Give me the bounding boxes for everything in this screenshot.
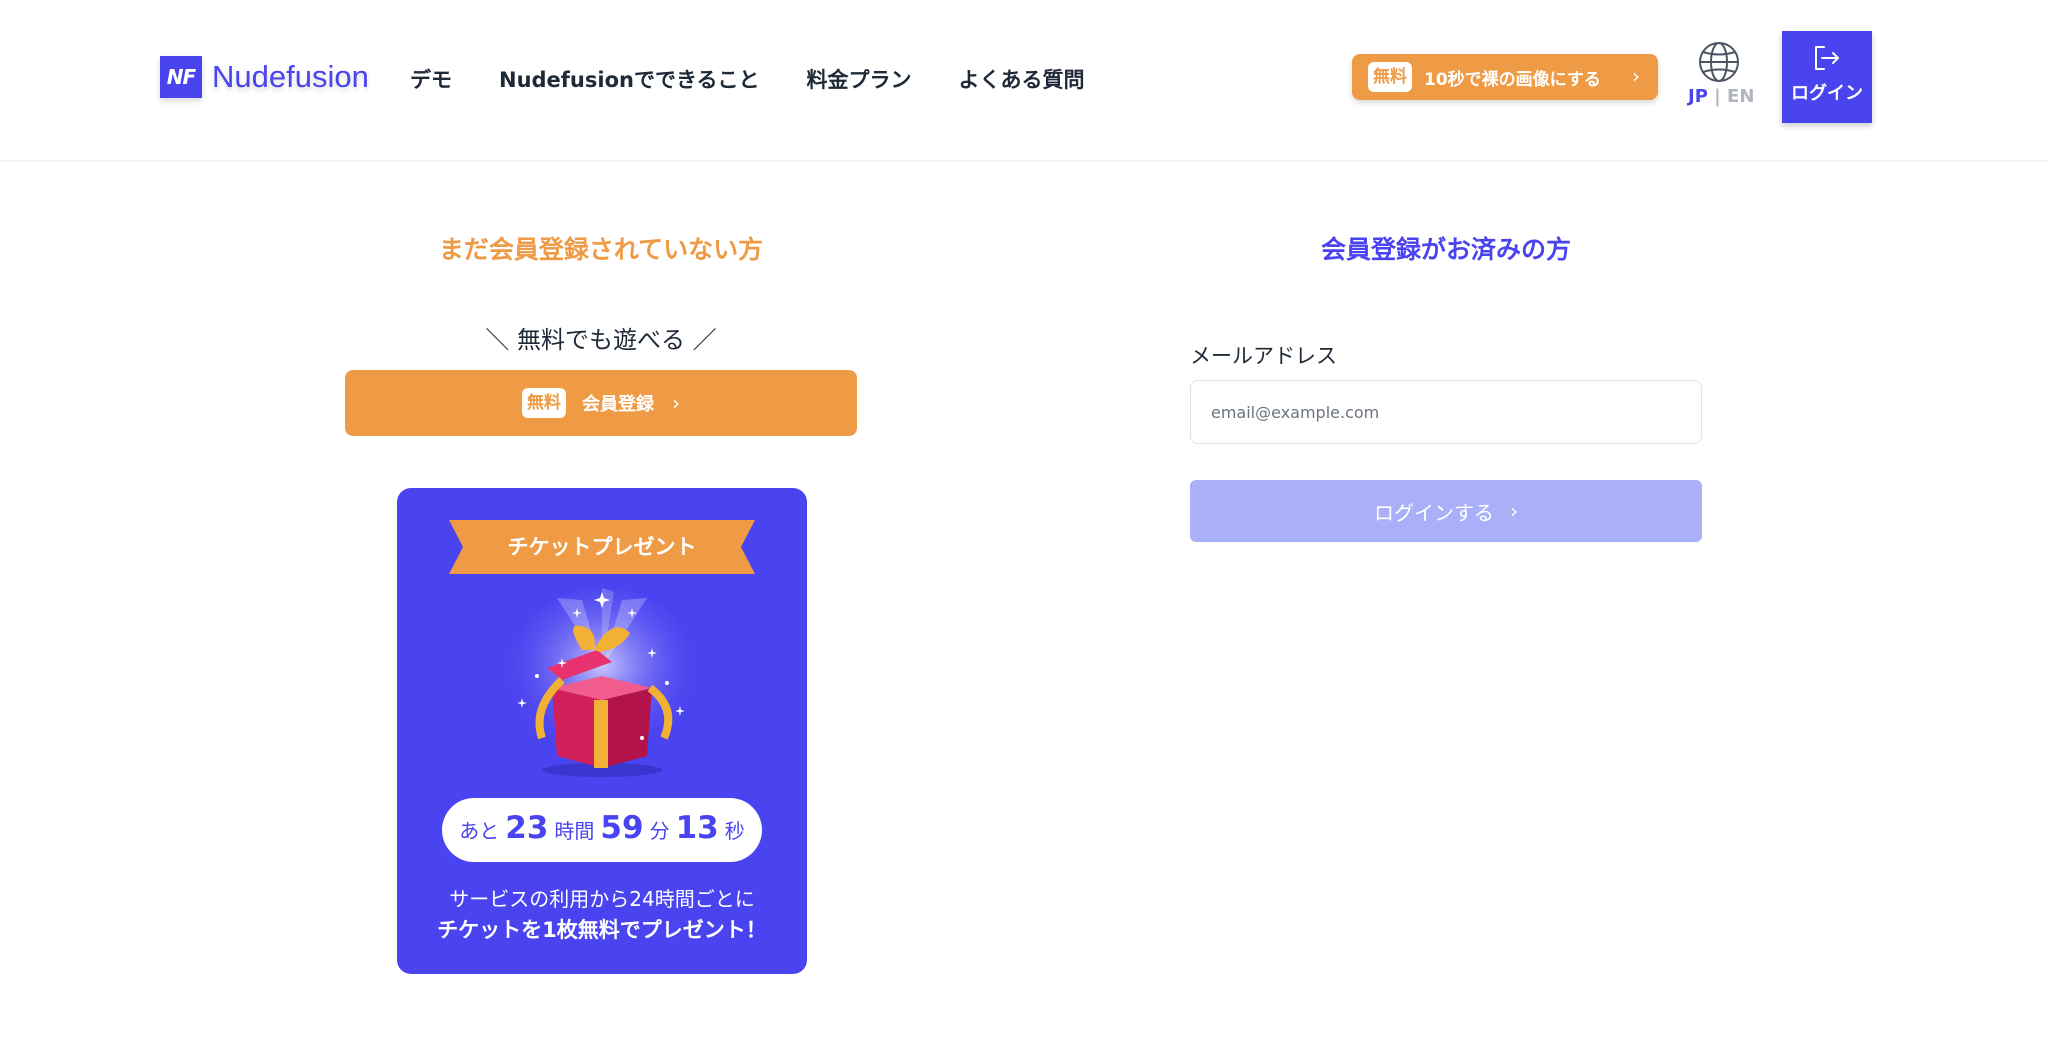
login-arrow-icon — [1815, 46, 1839, 70]
chevron-right-icon: › — [1510, 499, 1518, 523]
ticket-present-title: チケットプレゼント — [507, 535, 697, 559]
login-submit-label: ログインする — [1374, 500, 1494, 525]
member-login-heading: 会員登録がお済みの方 — [1320, 235, 1571, 264]
timer-prefix: あと — [459, 819, 500, 843]
lang-jp[interactable]: JP — [1688, 86, 1708, 107]
login-button[interactable]: ログイン — [1782, 31, 1872, 123]
timer-minutes: 59 — [600, 810, 644, 846]
register-label: 会員登録 — [582, 394, 654, 415]
chevron-right-icon: › — [1632, 64, 1640, 88]
language-switcher[interactable]: JP | EN — [1688, 86, 1754, 107]
timer-seconds: 13 — [675, 810, 719, 846]
chevron-right-icon: › — [672, 391, 680, 415]
logo-text: Nudefusion — [212, 59, 369, 94]
login-submit-button[interactable]: ログインする › — [1190, 480, 1702, 542]
register-button[interactable]: 無料 会員登録 › — [345, 370, 857, 436]
ticket-description-line2: チケットを1枚無料でプレゼント！ — [437, 918, 767, 942]
lang-separator: | — [1714, 86, 1721, 107]
globe-icon[interactable] — [1697, 40, 1741, 84]
free-badge: 無料 — [522, 388, 566, 418]
new-user-heading: まだ会員登録されていない方 — [438, 235, 764, 264]
site-header: NF Nudefusion デモ Nudefusionでできること 料金プラン … — [0, 0, 2048, 162]
timer-minutes-unit: 分 — [649, 819, 670, 843]
nav-item-faq[interactable]: よくある質問 — [959, 64, 1085, 96]
lang-en[interactable]: EN — [1727, 86, 1754, 107]
ticket-present-card: チケットプレゼント あと 23 時間 59 分 13 秒 サービスの利用から24… — [397, 488, 807, 974]
countdown-timer: あと 23 時間 59 分 13 秒 — [442, 798, 762, 862]
ticket-description-line1: サービスの利用から24時間ごとに — [449, 887, 755, 911]
free-play-caption: ＼ 無料でも遊べる ／ — [485, 326, 717, 354]
gift-icon — [507, 588, 697, 777]
email-field[interactable] — [1190, 380, 1702, 444]
logo-mark: NF — [160, 56, 202, 98]
timer-hours-unit: 時間 — [554, 819, 595, 843]
main-nav: デモ Nudefusionでできること 料金プラン よくある質問 — [410, 64, 1132, 96]
nav-item-pricing[interactable]: 料金プラン — [807, 64, 912, 96]
login-label: ログイン — [1791, 83, 1863, 104]
free-trial-button[interactable]: 無料 10秒で裸の画像にする › — [1352, 54, 1658, 100]
nav-item-demo[interactable]: デモ — [410, 64, 452, 96]
timer-hours: 23 — [505, 810, 549, 846]
free-trial-label: 10秒で裸の画像にする — [1424, 69, 1601, 90]
free-badge: 無料 — [1368, 62, 1412, 92]
nav-item-features[interactable]: Nudefusionでできること — [499, 64, 760, 96]
site-logo[interactable]: NF Nudefusion — [160, 56, 369, 98]
timer-seconds-unit: 秒 — [724, 819, 745, 843]
email-label: メールアドレス — [1190, 344, 1337, 368]
